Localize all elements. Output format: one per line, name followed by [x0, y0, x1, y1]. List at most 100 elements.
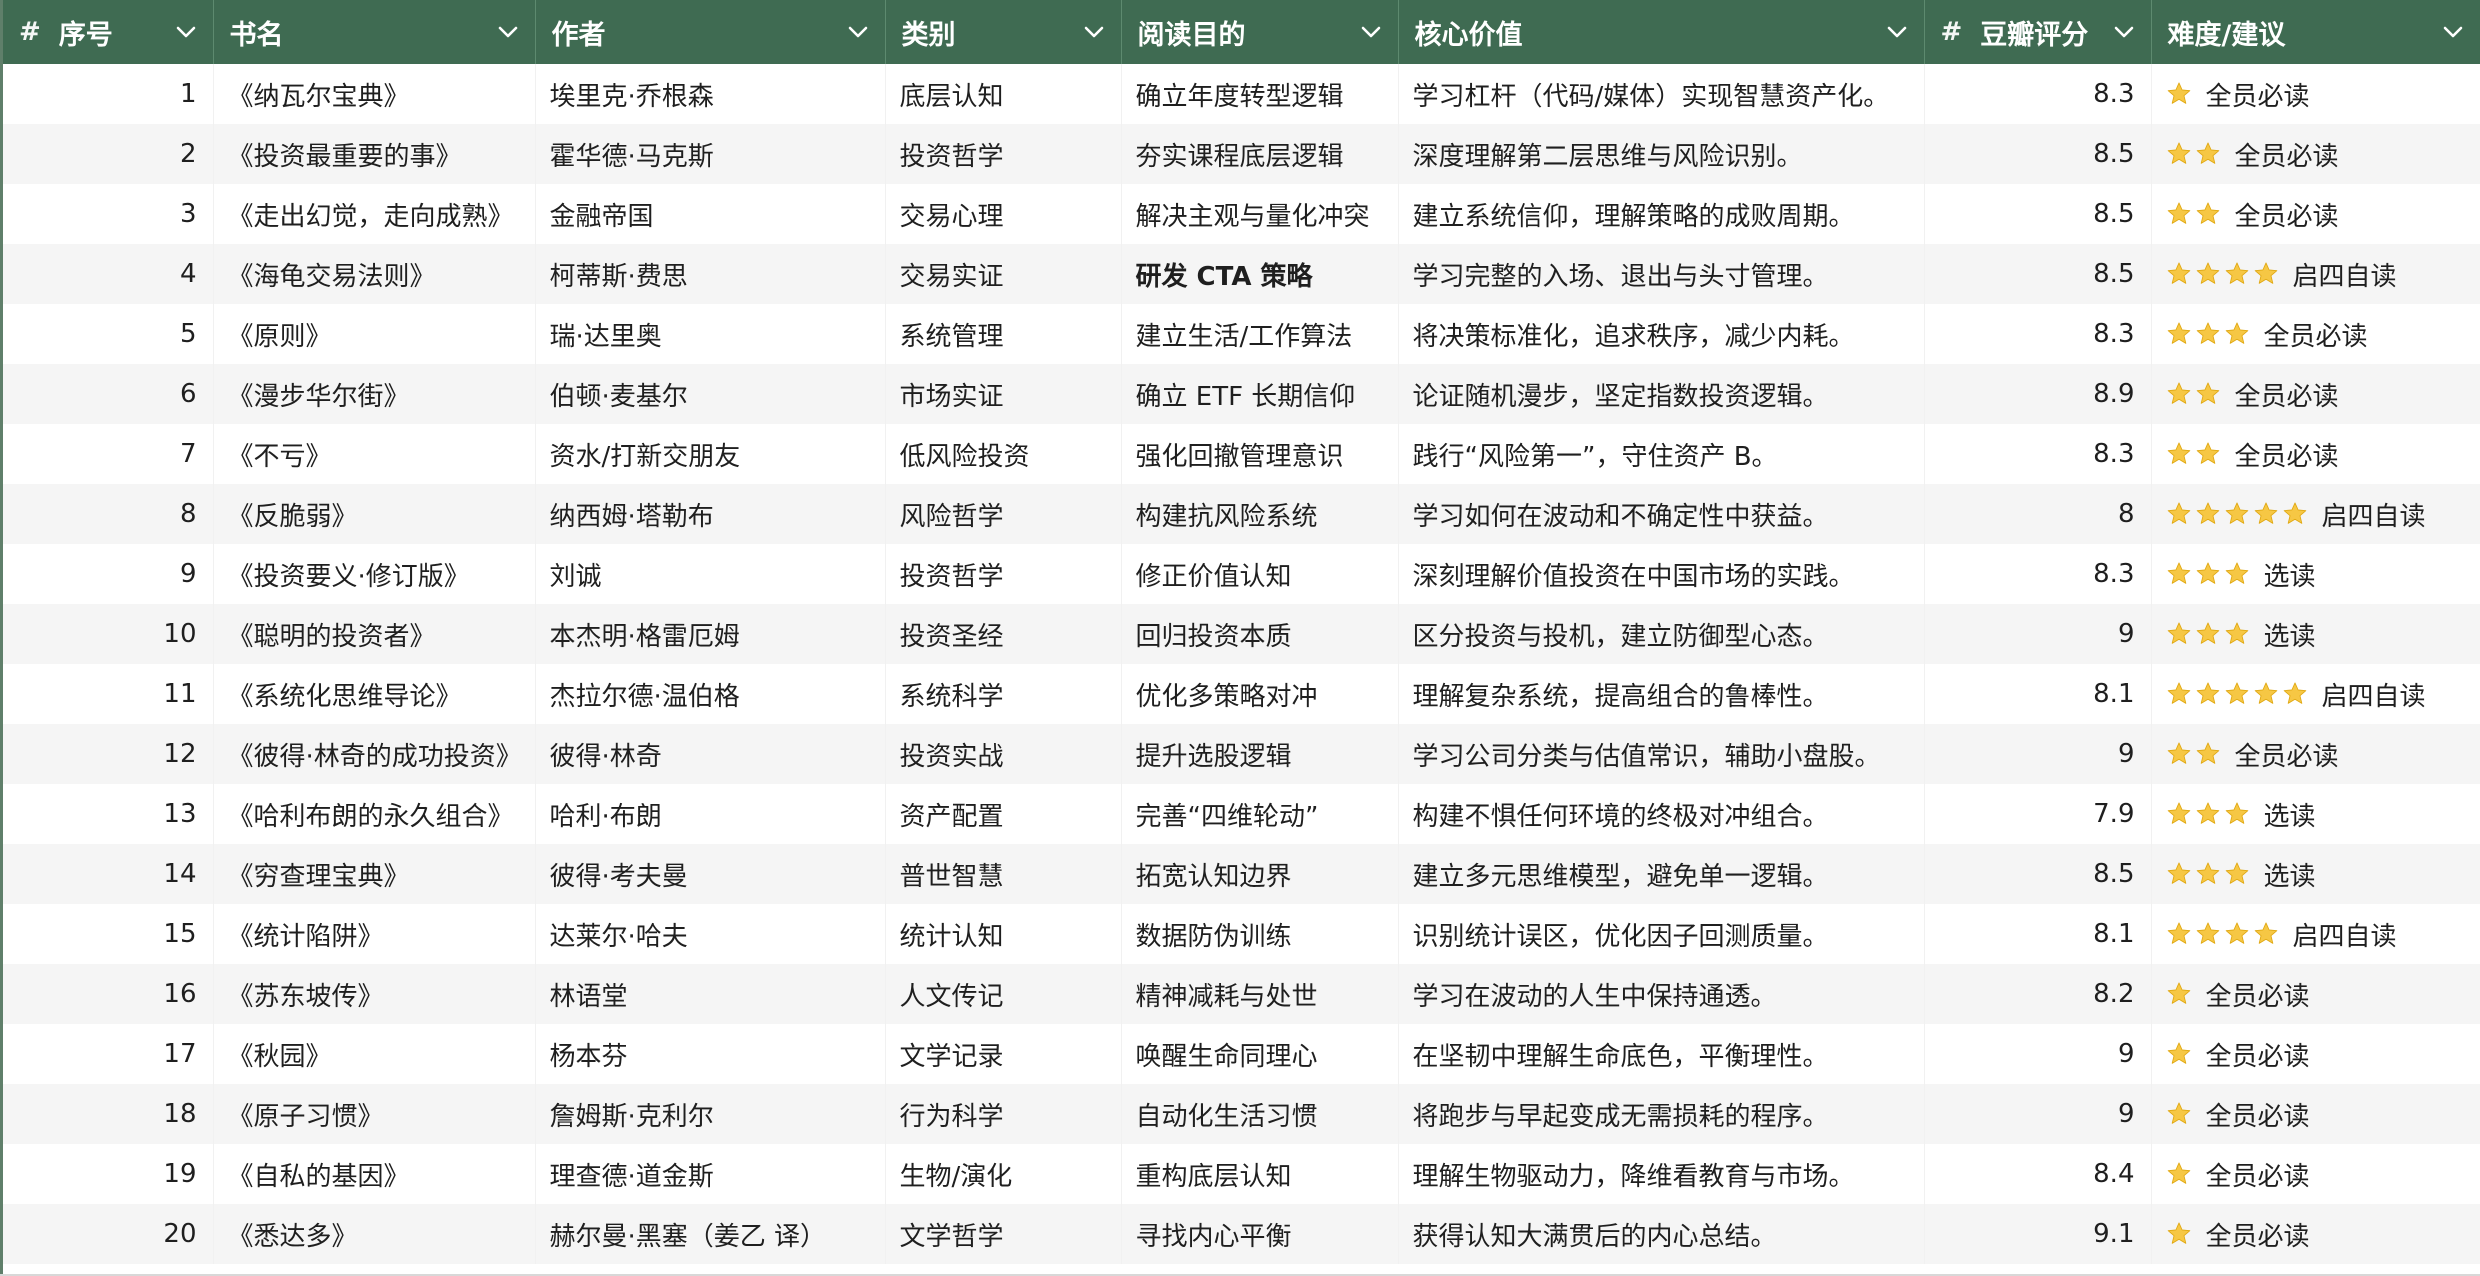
cell-value[interactable]: 区分投资与投机，建立防御型心态。 — [1398, 604, 1925, 664]
cell-value[interactable]: 在坚韧中理解生命底色，平衡理性。 — [1398, 1024, 1925, 1084]
cell-author[interactable]: 哈利·布朗 — [535, 784, 886, 844]
cell-author[interactable]: 资水/打新交朋友 — [535, 424, 886, 484]
cell-author[interactable]: 达莱尔·哈夫 — [535, 904, 886, 964]
cell-value[interactable]: 将决策标准化，追求秩序，减少内耗。 — [1398, 304, 1925, 364]
cell-difficulty[interactable]: 全员必读 — [2151, 1084, 2480, 1144]
table-row[interactable]: 7 《不亏》 资水/打新交朋友 低风险投资 强化回撤管理意识 践行“风险第一”，守住资产 … — [3, 424, 2480, 484]
cell-title[interactable]: 《秋园》 — [213, 1024, 536, 1084]
cell-difficulty[interactable]: 选读 — [2151, 844, 2480, 904]
cell-value[interactable]: 识别统计误区，优化因子回测质量。 — [1398, 904, 1925, 964]
cell-score[interactable]: 8.3 — [1924, 64, 2152, 124]
table-row[interactable]: 14 《穷查理宝典》 彼得·考夫曼 普世智慧 拓宽认知边界 建立多元思维模型，避免单一逻辑… — [3, 844, 2480, 904]
cell-value[interactable]: 学习如何在波动和不确定性中获益。 — [1398, 484, 1925, 544]
cell-difficulty[interactable]: 启四自读 — [2151, 664, 2480, 724]
cell-author[interactable]: 刘诚 — [535, 544, 886, 604]
cell-value[interactable]: 深度理解第二层思维与风险识别。 — [1398, 124, 1925, 184]
col-header-value[interactable]: 核心价值 — [1398, 0, 1925, 64]
table-row[interactable]: 4 《海龟交易法则》 柯蒂斯·费思 交易实证 研发 CTA 策略 学习完整的入场、退出与头… — [3, 244, 2480, 304]
cell-purpose[interactable]: 优化多策略对冲 — [1121, 664, 1399, 724]
cell-score[interactable]: 8.1 — [1924, 904, 2152, 964]
cell-purpose[interactable]: 重构底层认知 — [1121, 1144, 1399, 1204]
cell-difficulty[interactable]: 全员必读 — [2151, 364, 2480, 424]
cell-purpose[interactable]: 建立生活/工作算法 — [1121, 304, 1399, 364]
cell-title[interactable]: 《哈利布朗的永久组合》 — [213, 784, 536, 844]
cell-category[interactable]: 投资哲学 — [885, 544, 1122, 604]
cell-difficulty[interactable]: 全员必读 — [2151, 1144, 2480, 1204]
cell-index[interactable]: 1 — [3, 64, 214, 124]
col-header-difficulty[interactable]: 难度/建议 — [2151, 0, 2480, 64]
chevron-down-icon[interactable] — [173, 19, 199, 45]
table-row[interactable]: 2 《投资最重要的事》 霍华德·马克斯 投资哲学 夯实课程底层逻辑 深度理解第二层思维与风… — [3, 124, 2480, 184]
table-row[interactable]: 8 《反脆弱》 纳西姆·塔勒布 风险哲学 构建抗风险系统 学习如何在波动和不确定性中获益。… — [3, 484, 2480, 544]
cell-author[interactable]: 金融帝国 — [535, 184, 886, 244]
cell-author[interactable]: 霍华德·马克斯 — [535, 124, 886, 184]
cell-difficulty[interactable]: 全员必读 — [2151, 1024, 2480, 1084]
cell-value[interactable]: 将跑步与早起变成无需损耗的程序。 — [1398, 1084, 1925, 1144]
cell-author[interactable]: 埃里克·乔根森 — [535, 64, 886, 124]
cell-difficulty[interactable]: 全员必读 — [2151, 184, 2480, 244]
cell-index[interactable]: 8 — [3, 484, 214, 544]
table-row[interactable]: 1 《纳瓦尔宝典》 埃里克·乔根森 底层认知 确立年度转型逻辑 学习杠杆（代码/媒体）实现… — [3, 64, 2480, 124]
cell-value[interactable]: 建立系统信仰，理解策略的成败周期。 — [1398, 184, 1925, 244]
cell-score[interactable]: 8.9 — [1924, 364, 2152, 424]
cell-score[interactable]: 8 — [1924, 484, 2152, 544]
cell-index[interactable]: 16 — [3, 964, 214, 1024]
cell-difficulty[interactable]: 启四自读 — [2151, 484, 2480, 544]
cell-category[interactable]: 文学记录 — [885, 1024, 1122, 1084]
cell-author[interactable]: 本杰明·格雷厄姆 — [535, 604, 886, 664]
cell-category[interactable]: 普世智慧 — [885, 844, 1122, 904]
cell-score[interactable]: 8.2 — [1924, 964, 2152, 1024]
cell-index[interactable]: 5 — [3, 304, 214, 364]
cell-index[interactable]: 19 — [3, 1144, 214, 1204]
cell-category[interactable]: 投资哲学 — [885, 124, 1122, 184]
table-row[interactable]: 15 《统计陷阱》 达莱尔·哈夫 统计认知 数据防伪训练 识别统计误区，优化因子回测质量。… — [3, 904, 2480, 964]
cell-purpose[interactable]: 确立 ETF 长期信仰 — [1121, 364, 1399, 424]
cell-score[interactable]: 8.3 — [1924, 304, 2152, 364]
cell-difficulty[interactable]: 启四自读 — [2151, 244, 2480, 304]
col-header-index[interactable]: # 序号 — [3, 0, 214, 64]
cell-score[interactable]: 9 — [1924, 1024, 2152, 1084]
table-row[interactable]: 18 《原子习惯》 詹姆斯·克利尔 行为科学 自动化生活习惯 将跑步与早起变成无需损耗的程… — [3, 1084, 2480, 1144]
cell-title[interactable]: 《原子习惯》 — [213, 1084, 536, 1144]
col-header-score[interactable]: # 豆瓣评分 — [1924, 0, 2152, 64]
cell-category[interactable]: 底层认知 — [885, 64, 1122, 124]
cell-difficulty[interactable]: 全员必读 — [2151, 724, 2480, 784]
cell-score[interactable]: 8.5 — [1924, 184, 2152, 244]
cell-author[interactable]: 詹姆斯·克利尔 — [535, 1084, 886, 1144]
table-row[interactable]: 16 《苏东坡传》 林语堂 人文传记 精神减耗与处世 学习在波动的人生中保持通透。 8.2 全… — [3, 964, 2480, 1024]
cell-score[interactable]: 8.5 — [1924, 244, 2152, 304]
col-header-purpose[interactable]: 阅读目的 — [1121, 0, 1399, 64]
cell-author[interactable]: 杨本芬 — [535, 1024, 886, 1084]
cell-value[interactable]: 理解复杂系统，提高组合的鲁棒性。 — [1398, 664, 1925, 724]
cell-index[interactable]: 20 — [3, 1204, 214, 1264]
cell-category[interactable]: 投资圣经 — [885, 604, 1122, 664]
cell-value[interactable]: 学习公司分类与估值常识，辅助小盘股。 — [1398, 724, 1925, 784]
cell-title[interactable]: 《苏东坡传》 — [213, 964, 536, 1024]
cell-difficulty[interactable]: 全员必读 — [2151, 64, 2480, 124]
cell-category[interactable]: 系统科学 — [885, 664, 1122, 724]
cell-title[interactable]: 《统计陷阱》 — [213, 904, 536, 964]
cell-index[interactable]: 15 — [3, 904, 214, 964]
cell-index[interactable]: 6 — [3, 364, 214, 424]
cell-category[interactable]: 投资实战 — [885, 724, 1122, 784]
cell-purpose[interactable]: 回归投资本质 — [1121, 604, 1399, 664]
cell-title[interactable]: 《自私的基因》 — [213, 1144, 536, 1204]
cell-purpose[interactable]: 提升选股逻辑 — [1121, 724, 1399, 784]
cell-index[interactable]: 7 — [3, 424, 214, 484]
cell-title[interactable]: 《彼得·林奇的成功投资》 — [213, 724, 536, 784]
cell-category[interactable]: 统计认知 — [885, 904, 1122, 964]
cell-purpose[interactable]: 拓宽认知边界 — [1121, 844, 1399, 904]
cell-score[interactable]: 8.3 — [1924, 544, 2152, 604]
cell-purpose[interactable]: 寻找内心平衡 — [1121, 1204, 1399, 1264]
cell-index[interactable]: 13 — [3, 784, 214, 844]
cell-title[interactable]: 《走出幻觉，走向成熟》 — [213, 184, 536, 244]
cell-value[interactable]: 学习杠杆（代码/媒体）实现智慧资产化。 — [1398, 64, 1925, 124]
cell-purpose[interactable]: 解决主观与量化冲突 — [1121, 184, 1399, 244]
cell-difficulty[interactable]: 启四自读 — [2151, 904, 2480, 964]
cell-value[interactable]: 深刻理解价值投资在中国市场的实践。 — [1398, 544, 1925, 604]
cell-author[interactable]: 林语堂 — [535, 964, 886, 1024]
cell-value[interactable]: 学习在波动的人生中保持通透。 — [1398, 964, 1925, 1024]
col-header-title[interactable]: 书名 — [213, 0, 536, 64]
cell-purpose[interactable]: 数据防伪训练 — [1121, 904, 1399, 964]
cell-score[interactable]: 8.1 — [1924, 664, 2152, 724]
